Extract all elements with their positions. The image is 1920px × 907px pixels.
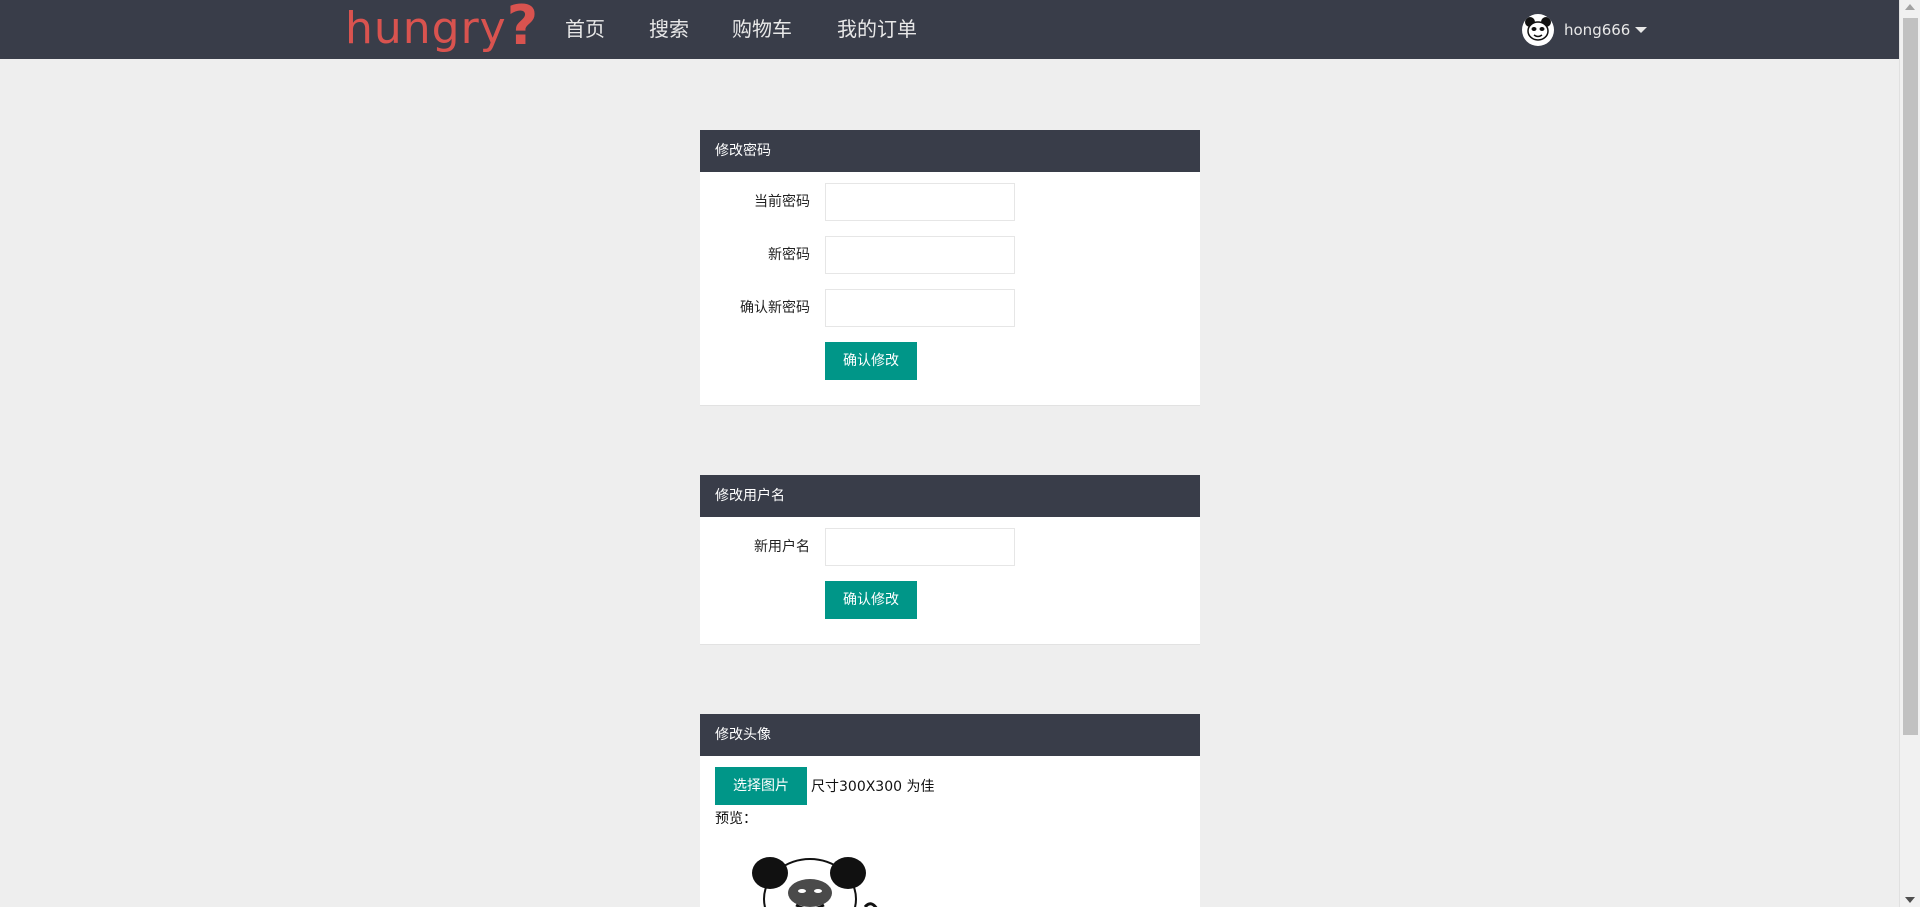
change-avatar-title: 修改头像 bbox=[700, 714, 1200, 756]
confirm-password-input[interactable] bbox=[825, 289, 1015, 327]
current-password-input[interactable] bbox=[825, 183, 1015, 221]
nav-item-my-orders[interactable]: 我的订单 bbox=[837, 0, 917, 59]
new-username-label: 新用户名 bbox=[754, 539, 810, 555]
confirm-username-button[interactable]: 确认修改 bbox=[825, 581, 917, 619]
confirm-password-button[interactable]: 确认修改 bbox=[825, 342, 917, 380]
change-avatar-panel: 修改头像 选择图片 尺寸300X300 为佳 预览： bbox=[700, 714, 1200, 907]
current-password-label: 当前密码 bbox=[754, 194, 810, 210]
nav-item-home[interactable]: 首页 bbox=[565, 0, 605, 59]
new-password-label: 新密码 bbox=[768, 247, 810, 263]
user-menu[interactable]: hong666 bbox=[1522, 14, 1648, 46]
avatar-preview-image bbox=[740, 849, 880, 907]
scroll-up-arrow-icon[interactable] bbox=[1905, 4, 1915, 10]
choose-image-button[interactable]: 选择图片 bbox=[715, 767, 807, 805]
new-username-input[interactable] bbox=[825, 528, 1015, 566]
nav-item-cart[interactable]: 购物车 bbox=[732, 0, 792, 59]
panda-avatar-icon[interactable] bbox=[1522, 14, 1554, 46]
confirm-password-label: 确认新密码 bbox=[740, 300, 810, 316]
nav-item-search[interactable]: 搜索 bbox=[649, 0, 689, 59]
page-scrollbar[interactable] bbox=[1899, 0, 1920, 907]
scroll-down-arrow-icon[interactable] bbox=[1905, 897, 1915, 903]
change-username-title: 修改用户名 bbox=[700, 475, 1200, 517]
change-username-panel: 修改用户名 新用户名 确认修改 bbox=[700, 475, 1200, 645]
new-password-input[interactable] bbox=[825, 236, 1015, 274]
change-password-title: 修改密码 bbox=[700, 130, 1200, 172]
preview-label: 预览： bbox=[715, 811, 757, 827]
image-size-hint: 尺寸300X300 为佳 bbox=[811, 779, 935, 795]
username-label[interactable]: hong666 bbox=[1564, 21, 1630, 39]
site-logo[interactable]: hungry? bbox=[345, 0, 539, 56]
scrollbar-thumb[interactable] bbox=[1903, 18, 1918, 735]
change-password-panel: 修改密码 当前密码 新密码 确认新密码 确认修改 bbox=[700, 130, 1200, 406]
caret-down-icon[interactable] bbox=[1635, 27, 1648, 33]
top-navbar: hungry? 首页 搜索 购物车 我的订单 hong666 bbox=[0, 0, 1899, 59]
